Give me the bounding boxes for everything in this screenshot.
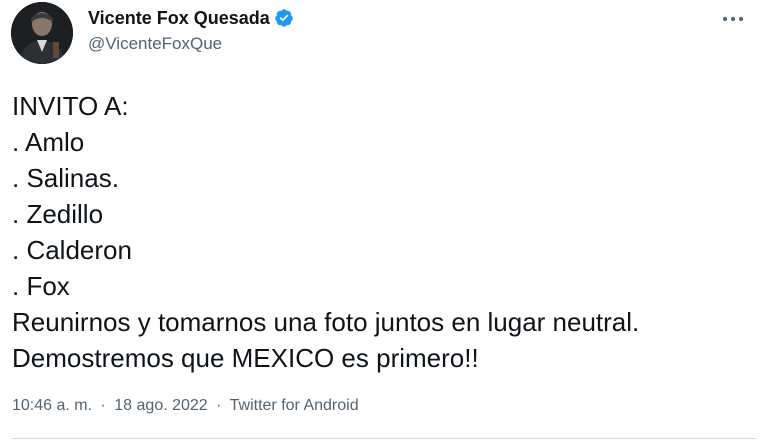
tweet-date[interactable]: 18 ago. 2022 [114, 397, 207, 414]
author-handle[interactable]: @VicenteFoxQue [88, 34, 294, 54]
author-name-row: Vicente Fox Quesada [88, 6, 294, 30]
tweet-text: INVITO A: . Amlo . Salinas. . Zedillo . … [12, 88, 762, 376]
meta-separator: · [100, 397, 106, 414]
tweet-line: . Fox [12, 271, 70, 301]
author-display-name[interactable]: Vicente Fox Quesada [88, 8, 270, 29]
more-options-icon-dot [731, 17, 735, 21]
tweet-source-link[interactable]: Twitter for Android [230, 397, 359, 414]
tweet-card: Vicente Fox Quesada @VicenteFoxQue INVIT… [0, 0, 768, 447]
divider [12, 438, 756, 439]
meta-separator: · [216, 397, 222, 414]
avatar-image [11, 2, 73, 64]
verified-badge-icon [274, 8, 294, 28]
tweet-line: Reunirnos y tomarnos una foto juntos en … [12, 307, 640, 337]
tweet-line: . Calderon [12, 235, 132, 265]
author-block: Vicente Fox Quesada @VicenteFoxQue [88, 6, 294, 54]
tweet-line: . Salinas. [12, 163, 119, 193]
tweet-line: . Amlo [12, 127, 85, 157]
tweet-line: . Zedillo [12, 199, 104, 229]
more-options-icon [723, 17, 727, 21]
tweet-time[interactable]: 10:46 a. m. [12, 397, 92, 414]
tweet-metadata: 10:46 a. m. · 18 ago. 2022 · Twitter for… [12, 397, 359, 415]
avatar[interactable] [11, 2, 73, 64]
more-options-icon-dot [739, 17, 743, 21]
tweet-line: Demostremos que MEXICO es primero!! [12, 343, 479, 373]
tweet-line: INVITO A: [12, 91, 129, 121]
more-options-button[interactable] [718, 8, 748, 30]
